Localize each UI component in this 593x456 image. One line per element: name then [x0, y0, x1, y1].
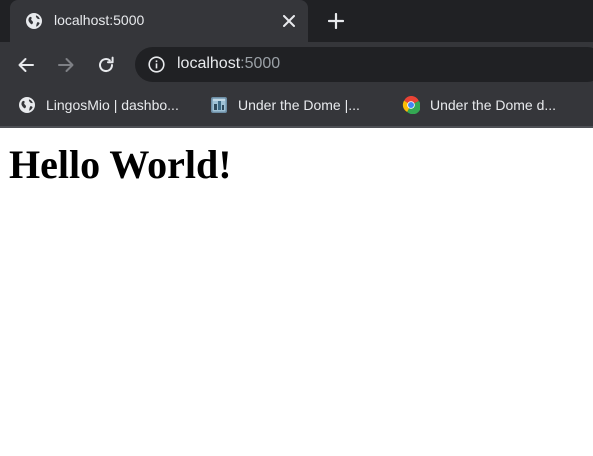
- bookmark-under-the-dome-2[interactable]: Under the Dome d...: [402, 94, 556, 116]
- browser-chrome: localhost:5000 localhost:5000 LingosMio …: [0, 0, 593, 128]
- url-host: localhost: [177, 55, 241, 72]
- bookmark-label: Under the Dome d...: [430, 97, 557, 113]
- google-icon: [402, 95, 421, 115]
- forward-arrow-icon: [58, 58, 74, 72]
- reload-icon: [99, 56, 114, 73]
- back-button[interactable]: [15, 54, 37, 76]
- reload-button[interactable]: [95, 54, 117, 76]
- address-bar[interactable]: localhost:5000: [135, 47, 593, 82]
- tab-localhost[interactable]: localhost:5000: [10, 0, 308, 42]
- tab-title: localhost:5000: [54, 12, 145, 28]
- bookmark-label: Under the Dome |...: [238, 97, 360, 113]
- url-text: localhost:5000: [177, 55, 280, 73]
- info-icon[interactable]: [148, 56, 165, 73]
- globe-icon: [18, 96, 36, 114]
- tab-strip: localhost:5000: [0, 0, 593, 42]
- bookmarks-bar: LingosMio | dashbo... Under the Dome |..…: [0, 88, 593, 124]
- toolbar: localhost:5000: [0, 42, 593, 88]
- back-arrow-icon: [18, 58, 34, 72]
- bookmark-label: LingosMio | dashbo...: [46, 97, 179, 113]
- bookmark-under-the-dome-1[interactable]: Under the Dome |...: [210, 94, 360, 116]
- close-icon[interactable]: [280, 12, 298, 30]
- page-viewport: Hello World!: [0, 128, 593, 456]
- tv-show-icon: [210, 96, 228, 114]
- forward-button[interactable]: [55, 54, 77, 76]
- new-tab-button[interactable]: [326, 11, 346, 31]
- bookmark-lingosmio[interactable]: LingosMio | dashbo...: [18, 94, 179, 116]
- plus-icon: [328, 13, 344, 29]
- page-heading: Hello World!: [9, 142, 232, 187]
- globe-icon: [25, 12, 43, 30]
- url-port: :5000: [240, 55, 281, 72]
